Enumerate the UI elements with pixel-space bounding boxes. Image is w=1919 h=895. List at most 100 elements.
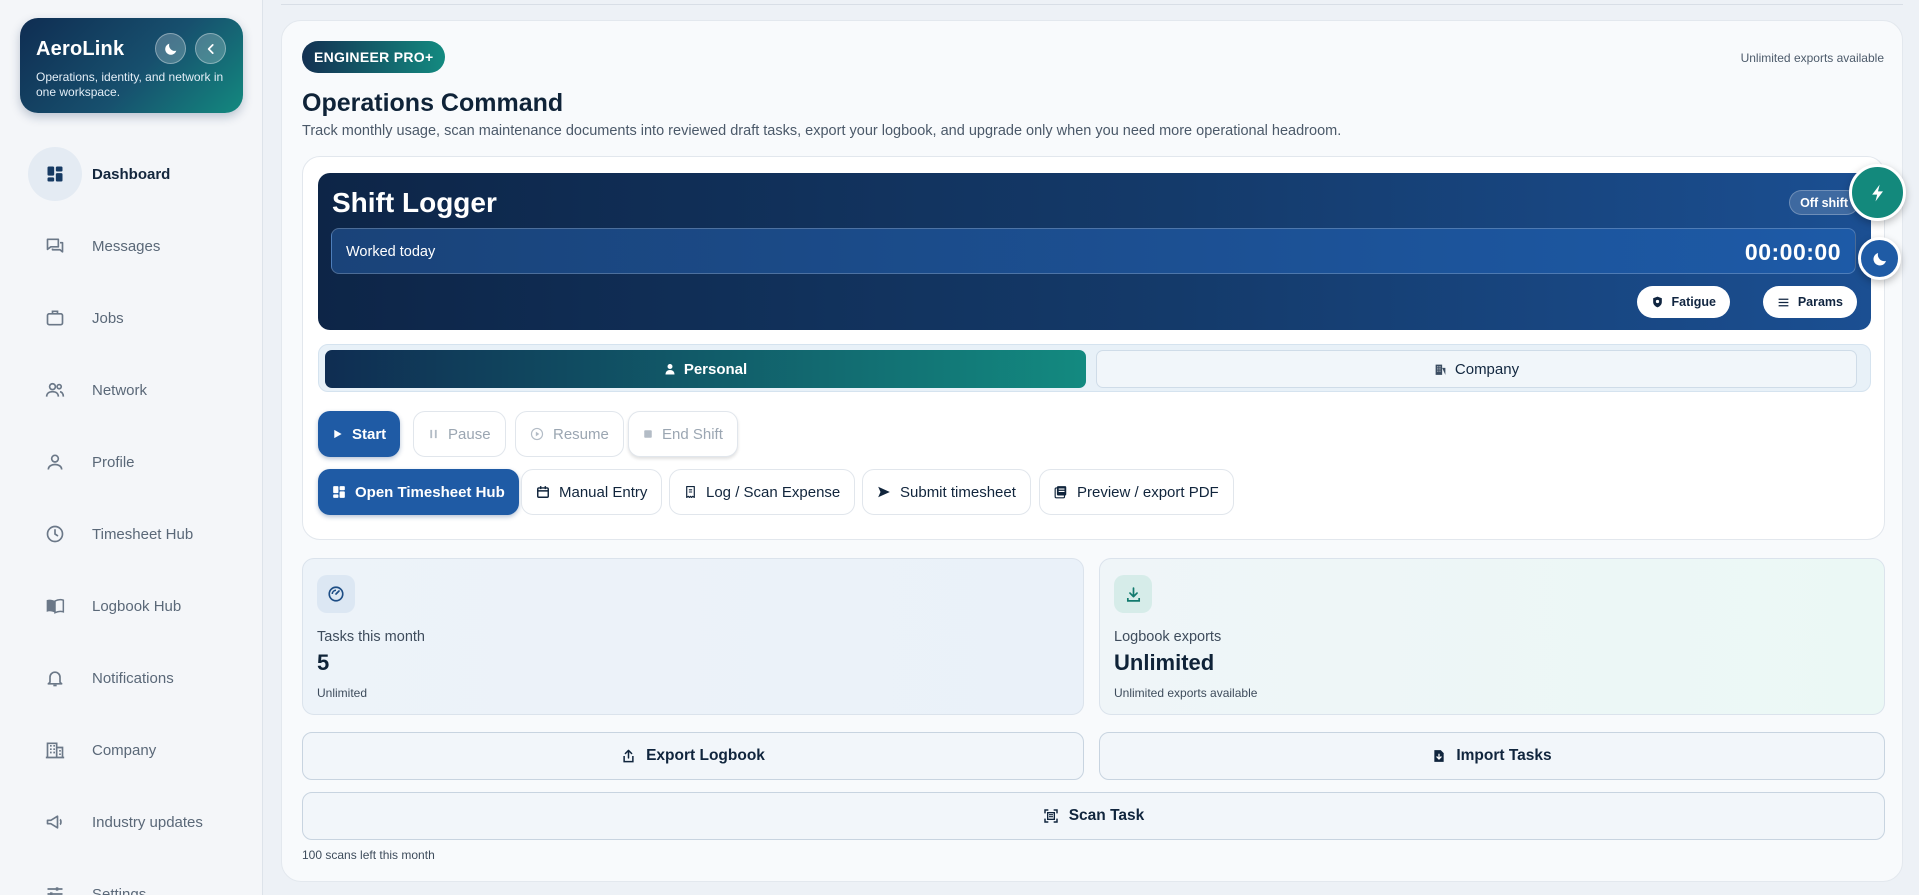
- exports-stat-label: Logbook exports: [1114, 629, 1222, 645]
- start-button[interactable]: Start: [318, 411, 401, 457]
- play-circle-icon: [530, 427, 544, 441]
- sidebar-item-label: Company: [92, 741, 157, 759]
- sidebar-item-notifications[interactable]: Notifications: [28, 642, 248, 714]
- receipt-icon: [686, 485, 695, 499]
- worked-today-label: Worked today: [346, 244, 436, 260]
- sidebar-item-label: Jobs: [92, 309, 124, 327]
- pause-button[interactable]: Pause: [413, 411, 506, 457]
- person-icon: [665, 364, 675, 375]
- sidebar-item-industry-updates[interactable]: Industry updates: [28, 786, 248, 858]
- sidebar-item-label: Messages: [92, 237, 161, 255]
- scan-task-button[interactable]: Scan Task: [302, 792, 1885, 840]
- worked-today-timer: 00:00:00: [1744, 239, 1841, 265]
- pdf-icon: [1054, 486, 1067, 499]
- end-shift-button[interactable]: End Shift: [628, 411, 738, 457]
- dashboard-icon: [333, 486, 345, 498]
- sidebar: AeroLink Operations, identity, and netwo…: [0, 0, 263, 895]
- sliders-icon: [28, 867, 82, 895]
- shield-icon: [1652, 296, 1662, 308]
- start-label: Start: [352, 425, 387, 443]
- log-scan-expense-label: Log / Scan Expense: [706, 483, 841, 501]
- gauge-icon: [317, 575, 355, 613]
- top-divider: [281, 0, 1903, 5]
- submit-timesheet-label: Submit timesheet: [900, 483, 1016, 501]
- send-icon: [878, 486, 890, 498]
- submit-timesheet-button[interactable]: Submit timesheet: [862, 469, 1031, 515]
- scan-task-label: Scan Task: [1068, 807, 1145, 824]
- main-panel: ENGINEER PRO+ Unlimited exports availabl…: [281, 20, 1903, 882]
- import-tasks-button[interactable]: Import Tasks: [1099, 732, 1885, 780]
- tasks-stat-value: 5: [317, 650, 330, 675]
- export-logbook-label: Export Logbook: [646, 747, 765, 764]
- mode-company-label: Company: [1454, 360, 1520, 378]
- mode-personal-label: Personal: [683, 360, 748, 378]
- import-tasks-label: Import Tasks: [1456, 747, 1552, 764]
- tasks-stat-note: Unlimited: [317, 686, 368, 700]
- collapse-sidebar-button[interactable]: [195, 33, 226, 64]
- sidebar-item-label: Industry updates: [92, 813, 203, 831]
- building-icon: [28, 723, 82, 777]
- mode-personal-tab[interactable]: Personal: [325, 350, 1086, 388]
- preview-export-pdf-button[interactable]: Preview / export PDF: [1039, 469, 1234, 515]
- brand-subtitle: Operations, identity, and network in one…: [36, 70, 224, 99]
- sidebar-item-company[interactable]: Company: [28, 714, 248, 786]
- sidebar-item-timesheet-hub[interactable]: Timesheet Hub: [28, 498, 248, 570]
- fatigue-label: Fatigue: [1671, 295, 1716, 309]
- brand-card: AeroLink Operations, identity, and netwo…: [20, 18, 243, 113]
- worked-today-bar: Worked today 00:00:00: [331, 228, 1856, 274]
- sliders-icon: [1778, 298, 1789, 306]
- manual-entry-label: Manual Entry: [559, 483, 648, 501]
- building-icon: [1435, 364, 1446, 375]
- params-button[interactable]: Params: [1762, 286, 1857, 318]
- file-import-icon: [1434, 750, 1444, 762]
- sidebar-item-profile[interactable]: Profile: [28, 426, 248, 498]
- bell-icon: [28, 651, 82, 705]
- sidebar-item-label: Notifications: [92, 669, 174, 687]
- briefcase-icon: [28, 291, 82, 345]
- sidebar-item-logbook-hub[interactable]: Logbook Hub: [28, 570, 248, 642]
- clock-icon: [28, 507, 82, 561]
- page-subtitle: Track monthly usage, scan maintenance do…: [302, 123, 1342, 139]
- sidebar-item-label: Profile: [92, 453, 135, 471]
- sidebar-item-label: Network: [92, 381, 148, 399]
- params-label: Params: [1797, 295, 1843, 309]
- theme-toggle-button[interactable]: [155, 33, 186, 64]
- sidebar-item-dashboard[interactable]: Dashboard: [28, 138, 248, 210]
- fatigue-button[interactable]: Fatigue: [1636, 286, 1730, 318]
- play-icon: [334, 429, 342, 439]
- tasks-stat-label: Tasks this month: [317, 629, 425, 645]
- share-icon: [623, 749, 634, 763]
- dashboard-icon: [28, 147, 82, 201]
- end-shift-label: End Shift: [662, 425, 723, 443]
- open-timesheet-hub-button[interactable]: Open Timesheet Hub: [318, 469, 519, 515]
- book-icon: [28, 579, 82, 633]
- page-title: Operations Command: [302, 89, 564, 117]
- bolt-icon: [1871, 184, 1883, 201]
- mode-company-tab[interactable]: Company: [1096, 350, 1857, 388]
- pause-icon: [430, 429, 437, 439]
- quick-action-button[interactable]: [1849, 164, 1906, 221]
- sidebar-item-network[interactable]: Network: [28, 354, 248, 426]
- exports-stat-note: Unlimited exports available: [1114, 686, 1258, 700]
- manual-entry-button[interactable]: Manual Entry: [521, 469, 663, 515]
- exports-stat-value: Unlimited: [1114, 650, 1215, 675]
- chevron-left-icon: [207, 43, 214, 54]
- sidebar-item-settings[interactable]: Settings: [28, 858, 248, 895]
- mode-toggle: Personal Company: [318, 344, 1871, 392]
- dark-mode-button[interactable]: [1858, 237, 1901, 280]
- person-icon: [28, 435, 82, 489]
- export-logbook-button[interactable]: Export Logbook: [302, 732, 1084, 780]
- moon-icon: [1872, 252, 1886, 266]
- sidebar-item-messages[interactable]: Messages: [28, 210, 248, 282]
- messages-icon: [28, 219, 82, 273]
- exports-note: Unlimited exports available: [1740, 51, 1884, 65]
- sidebar-item-label: Timesheet Hub: [92, 525, 194, 543]
- log-scan-expense-button[interactable]: Log / Scan Expense: [669, 469, 856, 515]
- download-icon: [1114, 575, 1152, 613]
- sidebar-item-jobs[interactable]: Jobs: [28, 282, 248, 354]
- sidebar-item-label: Settings: [92, 885, 147, 895]
- resume-button[interactable]: Resume: [515, 411, 624, 457]
- sidebar-item-label: Dashboard: [92, 165, 171, 183]
- resume-label: Resume: [553, 425, 609, 443]
- sidebar-nav: Dashboard Messages Jobs Network Profile: [28, 138, 248, 895]
